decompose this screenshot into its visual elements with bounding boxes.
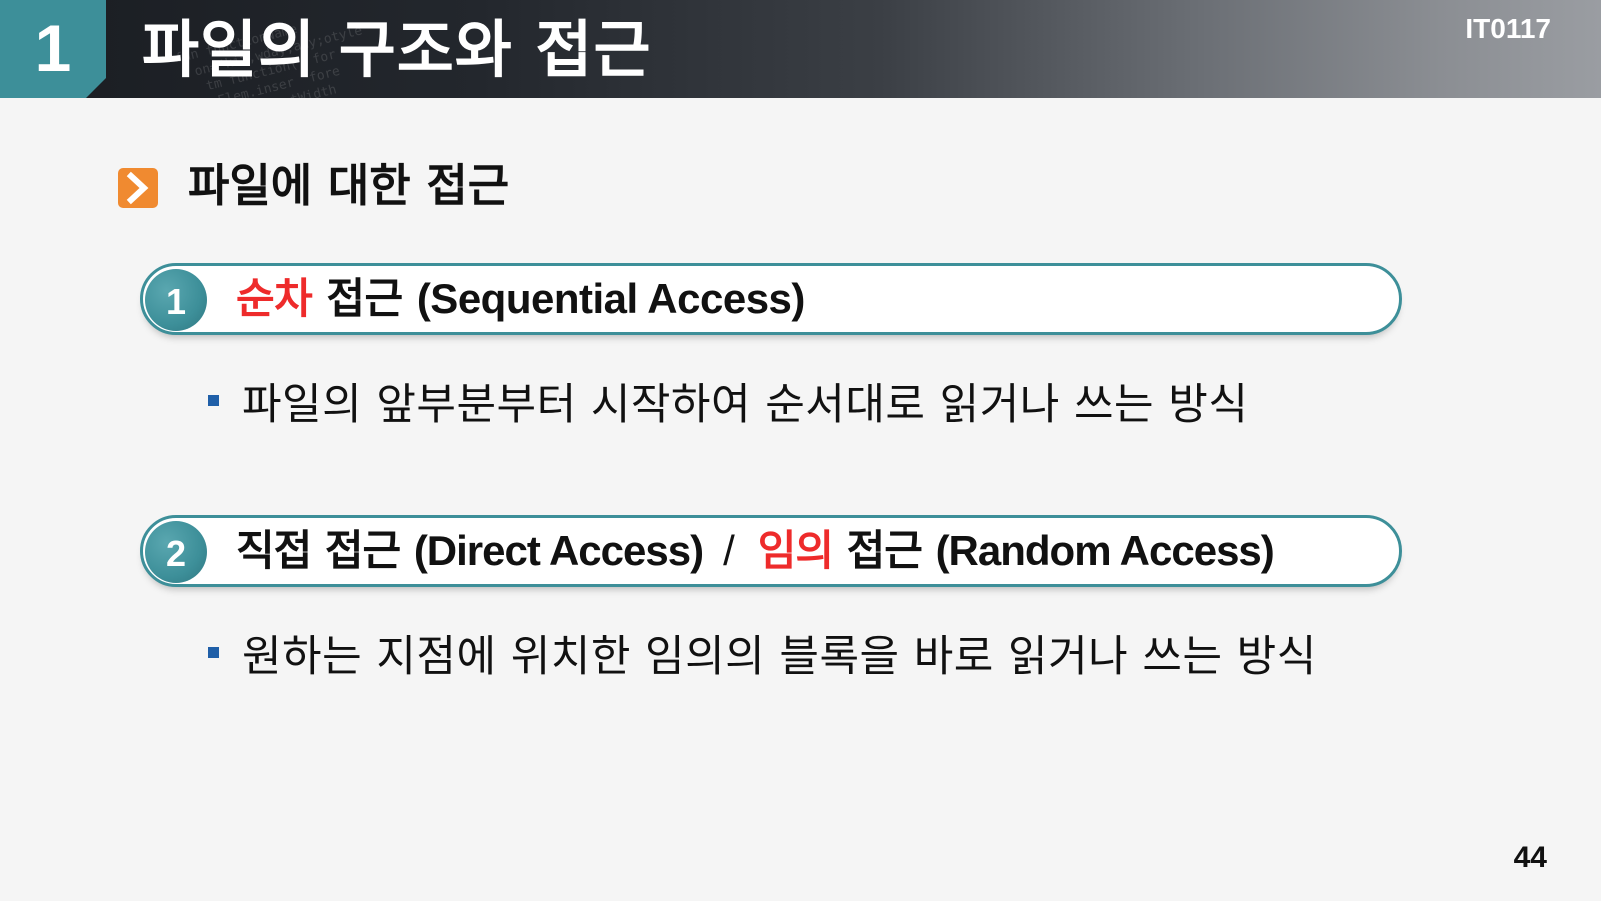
item-title-english: (Random Access) bbox=[935, 527, 1275, 574]
page-title: 파일의 구조와 접근 bbox=[142, 13, 652, 86]
access-item-direct-random: 2 직접 접근 (Direct Access) / 임의 접근 (Random Ac… bbox=[140, 515, 1402, 587]
access-item-sequential: 1 순차 접근 (Sequential Access) bbox=[140, 263, 1402, 335]
highlight-word: 순차 bbox=[236, 274, 313, 323]
bullet-square-icon bbox=[208, 395, 219, 406]
item-title: 직접 접근 (Direct Access) / 임의 접근 (Random Acce… bbox=[236, 523, 1275, 579]
bullet-text: 파일의 앞부분부터 시작하여 순서대로 읽거나 쓰는 방식 bbox=[242, 380, 1249, 430]
item-title-korean: 접근 bbox=[833, 526, 936, 575]
chevron-right-icon bbox=[118, 168, 158, 208]
bullet-text: 원하는 지점에 위치한 임의의 블록을 바로 읽거나 쓰는 방식 bbox=[242, 632, 1317, 682]
item-title-korean: 직접 접근 bbox=[236, 526, 414, 575]
section-heading-text: 파일에 대한 접근 bbox=[188, 159, 510, 212]
item-title-korean: 접근 bbox=[312, 274, 417, 323]
slide-header: fun functionName on="kit,wday,ahy;otyle … bbox=[0, 0, 1601, 98]
separator: / bbox=[723, 527, 735, 574]
bullet-square-icon bbox=[208, 647, 219, 658]
section-number: 1 bbox=[34, 11, 72, 85]
item-number: 2 bbox=[165, 533, 187, 574]
highlight-word: 임의 bbox=[757, 526, 834, 575]
item-title-english: (Direct Access) bbox=[413, 527, 704, 574]
course-code: IT0117 bbox=[1465, 13, 1551, 44]
item-title: 순차 접근 (Sequential Access) bbox=[236, 271, 805, 327]
item-title-english: (Sequential Access) bbox=[416, 275, 806, 322]
page-number: 44 bbox=[1513, 841, 1547, 874]
item-number: 1 bbox=[165, 281, 187, 322]
